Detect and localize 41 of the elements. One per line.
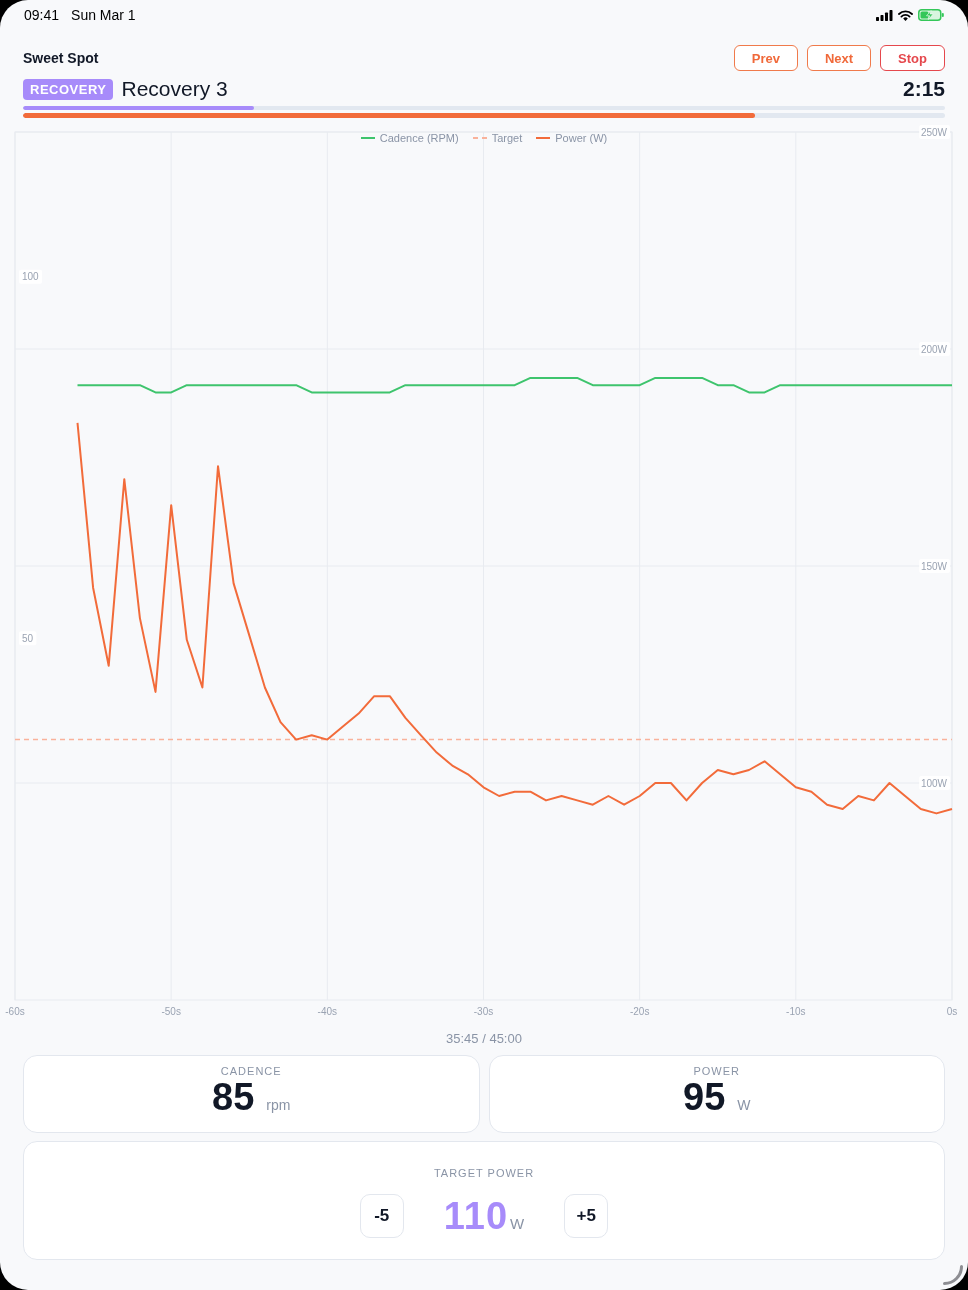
time-remaining: 2:15 (902, 77, 945, 101)
elapsed-time: 35:45 / 45:00 (445, 1031, 523, 1047)
x-axis-label: -30s (473, 1005, 494, 1017)
power-axis-label: 150W (919, 559, 950, 573)
x-axis-label: -40s (317, 1005, 338, 1017)
wifi-icon (898, 9, 913, 21)
nav-button[interactable]: Next (806, 45, 872, 71)
workout-title: Sweet Spot (23, 50, 99, 66)
metric-label: CADENCE (220, 1064, 282, 1078)
metric-value: 95 (683, 1078, 726, 1116)
x-axis-label: -10s (786, 1005, 806, 1017)
nav-button[interactable]: Prev (733, 45, 798, 71)
x-axis-label: -60s (5, 1005, 25, 1017)
legend-label: Power (W) (555, 131, 608, 145)
legend-label: Cadence (RPM) (379, 131, 459, 145)
x-axis-label: -20s (629, 1005, 650, 1017)
stop-button[interactable]: Stop (880, 45, 945, 71)
power-axis-label: 250W (919, 125, 950, 139)
battery-charging-icon (918, 9, 944, 21)
resize-handle-icon[interactable] (943, 1265, 963, 1285)
increase-button[interactable]: +5 (564, 1194, 609, 1238)
interval-name: Recovery 3 (121, 77, 228, 101)
decrease-button[interactable]: -5 (359, 1194, 404, 1238)
target-power-value: 110 (443, 1194, 509, 1238)
metric-label: POWER (693, 1064, 741, 1078)
metric-unit: rpm (266, 1096, 291, 1115)
power-axis-label: 200W (919, 342, 950, 356)
x-axis-label: 0s (946, 1005, 958, 1017)
cadence-axis-label: 100 (19, 269, 43, 284)
cadence-axis-label: 50 (19, 631, 37, 646)
target-power-label: TARGET POWER (433, 1166, 535, 1180)
target-power-unit: W (510, 1214, 525, 1232)
signal-icon (876, 9, 893, 21)
status-date: Sun Mar 1 (71, 7, 136, 23)
power-axis-label: 100W (919, 776, 950, 790)
metric-value: 85 (212, 1078, 255, 1116)
x-axis-label: -50s (161, 1005, 181, 1017)
legend-label: Target (491, 131, 523, 145)
metric-unit: W (737, 1096, 751, 1115)
status-time: 09:41 (24, 7, 60, 23)
interval-type-badge: RECOVERY (23, 78, 114, 100)
